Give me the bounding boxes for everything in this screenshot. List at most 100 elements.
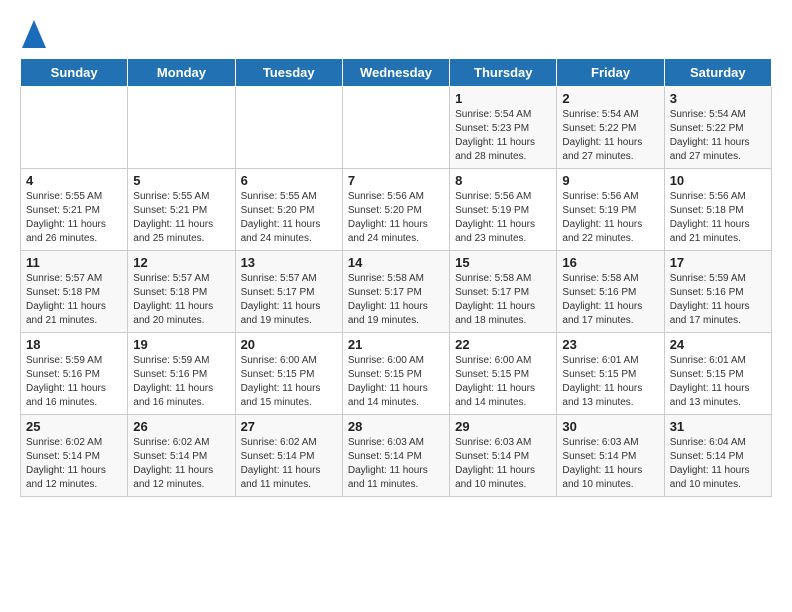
header-saturday: Saturday: [664, 59, 771, 87]
day-info: Sunrise: 5:57 AM Sunset: 5:18 PM Dayligh…: [26, 272, 122, 328]
day-number: 2: [562, 91, 658, 106]
day-number: 8: [455, 173, 551, 188]
day-info: Sunrise: 5:58 AM Sunset: 5:17 PM Dayligh…: [348, 272, 444, 328]
day-info: Sunrise: 6:03 AM Sunset: 5:14 PM Dayligh…: [562, 436, 658, 492]
day-info: Sunrise: 5:54 AM Sunset: 5:22 PM Dayligh…: [670, 108, 766, 164]
day-number: 17: [670, 255, 766, 270]
header-thursday: Thursday: [450, 59, 557, 87]
day-number: 24: [670, 337, 766, 352]
page-header: [20, 20, 772, 48]
calendar-cell: 19 Sunrise: 5:59 AM Sunset: 5:16 PM Dayli…: [128, 333, 235, 415]
calendar-cell: 23 Sunrise: 6:01 AM Sunset: 5:15 PM Dayli…: [557, 333, 664, 415]
day-info: Sunrise: 6:02 AM Sunset: 5:14 PM Dayligh…: [133, 436, 229, 492]
calendar-week-row: 4 Sunrise: 5:55 AM Sunset: 5:21 PM Daylig…: [21, 169, 772, 251]
day-number: 16: [562, 255, 658, 270]
day-info: Sunrise: 6:04 AM Sunset: 5:14 PM Dayligh…: [670, 436, 766, 492]
calendar-week-row: 1 Sunrise: 5:54 AM Sunset: 5:23 PM Daylig…: [21, 87, 772, 169]
calendar-cell: 11 Sunrise: 5:57 AM Sunset: 5:18 PM Dayli…: [21, 251, 128, 333]
day-number: 11: [26, 255, 122, 270]
day-number: 1: [455, 91, 551, 106]
day-number: 5: [133, 173, 229, 188]
calendar-cell: 24Sunrise: 6:01 AM Sunset: 5:15 PM Dayli…: [664, 333, 771, 415]
calendar-cell: 26 Sunrise: 6:02 AM Sunset: 5:14 PM Dayli…: [128, 415, 235, 497]
calendar-cell: 1 Sunrise: 5:54 AM Sunset: 5:23 PM Daylig…: [450, 87, 557, 169]
calendar-week-row: 25Sunrise: 6:02 AM Sunset: 5:14 PM Dayli…: [21, 415, 772, 497]
day-info: Sunrise: 5:58 AM Sunset: 5:16 PM Dayligh…: [562, 272, 658, 328]
day-number: 28: [348, 419, 444, 434]
calendar-cell: 21 Sunrise: 6:00 AM Sunset: 5:15 PM Dayli…: [342, 333, 449, 415]
day-info: Sunrise: 6:02 AM Sunset: 5:14 PM Dayligh…: [26, 436, 122, 492]
calendar-cell: 31 Sunrise: 6:04 AM Sunset: 5:14 PM Dayli…: [664, 415, 771, 497]
day-number: 10: [670, 173, 766, 188]
day-info: Sunrise: 5:55 AM Sunset: 5:21 PM Dayligh…: [26, 190, 122, 246]
day-info: Sunrise: 5:54 AM Sunset: 5:23 PM Dayligh…: [455, 108, 551, 164]
day-number: 21: [348, 337, 444, 352]
calendar-cell: 8 Sunrise: 5:56 AM Sunset: 5:19 PM Daylig…: [450, 169, 557, 251]
calendar-cell: [342, 87, 449, 169]
day-number: 6: [241, 173, 337, 188]
day-number: 3: [670, 91, 766, 106]
logo: [20, 20, 46, 48]
day-info: Sunrise: 6:02 AM Sunset: 5:14 PM Dayligh…: [241, 436, 337, 492]
header-row: SundayMondayTuesdayWednesdayThursdayFrid…: [21, 59, 772, 87]
header-sunday: Sunday: [21, 59, 128, 87]
calendar-header: SundayMondayTuesdayWednesdayThursdayFrid…: [21, 59, 772, 87]
day-info: Sunrise: 5:58 AM Sunset: 5:17 PM Dayligh…: [455, 272, 551, 328]
calendar-cell: 17 Sunrise: 5:59 AM Sunset: 5:16 PM Dayli…: [664, 251, 771, 333]
day-number: 19: [133, 337, 229, 352]
day-info: Sunrise: 5:56 AM Sunset: 5:18 PM Dayligh…: [670, 190, 766, 246]
day-info: Sunrise: 6:00 AM Sunset: 5:15 PM Dayligh…: [241, 354, 337, 410]
calendar-cell: 29 Sunrise: 6:03 AM Sunset: 5:14 PM Dayli…: [450, 415, 557, 497]
calendar-cell: 28Sunrise: 6:03 AM Sunset: 5:14 PM Dayli…: [342, 415, 449, 497]
calendar-cell: 2Sunrise: 5:54 AM Sunset: 5:22 PM Daylig…: [557, 87, 664, 169]
calendar-cell: 30 Sunrise: 6:03 AM Sunset: 5:14 PM Dayli…: [557, 415, 664, 497]
calendar-cell: 16 Sunrise: 5:58 AM Sunset: 5:16 PM Dayli…: [557, 251, 664, 333]
day-number: 29: [455, 419, 551, 434]
calendar-cell: 5 Sunrise: 5:55 AM Sunset: 5:21 PM Daylig…: [128, 169, 235, 251]
calendar-cell: 6Sunrise: 5:55 AM Sunset: 5:20 PM Daylig…: [235, 169, 342, 251]
calendar-cell: 12Sunrise: 5:57 AM Sunset: 5:18 PM Dayli…: [128, 251, 235, 333]
day-info: Sunrise: 5:56 AM Sunset: 5:19 PM Dayligh…: [455, 190, 551, 246]
header-friday: Friday: [557, 59, 664, 87]
day-info: Sunrise: 5:59 AM Sunset: 5:16 PM Dayligh…: [26, 354, 122, 410]
calendar-cell: 20 Sunrise: 6:00 AM Sunset: 5:15 PM Dayli…: [235, 333, 342, 415]
calendar-week-row: 18 Sunrise: 5:59 AM Sunset: 5:16 PM Dayli…: [21, 333, 772, 415]
day-number: 26: [133, 419, 229, 434]
calendar-cell: 3 Sunrise: 5:54 AM Sunset: 5:22 PM Daylig…: [664, 87, 771, 169]
calendar-cell: 27 Sunrise: 6:02 AM Sunset: 5:14 PM Dayli…: [235, 415, 342, 497]
calendar-week-row: 11 Sunrise: 5:57 AM Sunset: 5:18 PM Dayli…: [21, 251, 772, 333]
day-info: Sunrise: 6:01 AM Sunset: 5:15 PM Dayligh…: [562, 354, 658, 410]
calendar-cell: 10 Sunrise: 5:56 AM Sunset: 5:18 PM Dayli…: [664, 169, 771, 251]
calendar-cell: 14Sunrise: 5:58 AM Sunset: 5:17 PM Dayli…: [342, 251, 449, 333]
day-number: 23: [562, 337, 658, 352]
logo-icon: [22, 20, 46, 48]
day-number: 27: [241, 419, 337, 434]
day-info: Sunrise: 5:59 AM Sunset: 5:16 PM Dayligh…: [670, 272, 766, 328]
calendar-table: SundayMondayTuesdayWednesdayThursdayFrid…: [20, 58, 772, 497]
day-number: 12: [133, 255, 229, 270]
day-info: Sunrise: 6:03 AM Sunset: 5:14 PM Dayligh…: [455, 436, 551, 492]
day-info: Sunrise: 6:00 AM Sunset: 5:15 PM Dayligh…: [455, 354, 551, 410]
calendar-cell: 4 Sunrise: 5:55 AM Sunset: 5:21 PM Daylig…: [21, 169, 128, 251]
calendar-cell: 7Sunrise: 5:56 AM Sunset: 5:20 PM Daylig…: [342, 169, 449, 251]
day-number: 20: [241, 337, 337, 352]
header-tuesday: Tuesday: [235, 59, 342, 87]
day-info: Sunrise: 6:00 AM Sunset: 5:15 PM Dayligh…: [348, 354, 444, 410]
calendar-cell: [235, 87, 342, 169]
day-number: 15: [455, 255, 551, 270]
calendar-cell: 9Sunrise: 5:56 AM Sunset: 5:19 PM Daylig…: [557, 169, 664, 251]
calendar-cell: 13Sunrise: 5:57 AM Sunset: 5:17 PM Dayli…: [235, 251, 342, 333]
calendar-cell: 15 Sunrise: 5:58 AM Sunset: 5:17 PM Dayli…: [450, 251, 557, 333]
header-monday: Monday: [128, 59, 235, 87]
day-number: 9: [562, 173, 658, 188]
calendar-cell: 18 Sunrise: 5:59 AM Sunset: 5:16 PM Dayli…: [21, 333, 128, 415]
day-number: 31: [670, 419, 766, 434]
day-number: 30: [562, 419, 658, 434]
day-number: 7: [348, 173, 444, 188]
day-number: 22: [455, 337, 551, 352]
day-number: 18: [26, 337, 122, 352]
day-number: 4: [26, 173, 122, 188]
calendar-cell: 22 Sunrise: 6:00 AM Sunset: 5:15 PM Dayli…: [450, 333, 557, 415]
day-info: Sunrise: 5:55 AM Sunset: 5:21 PM Dayligh…: [133, 190, 229, 246]
day-info: Sunrise: 5:59 AM Sunset: 5:16 PM Dayligh…: [133, 354, 229, 410]
